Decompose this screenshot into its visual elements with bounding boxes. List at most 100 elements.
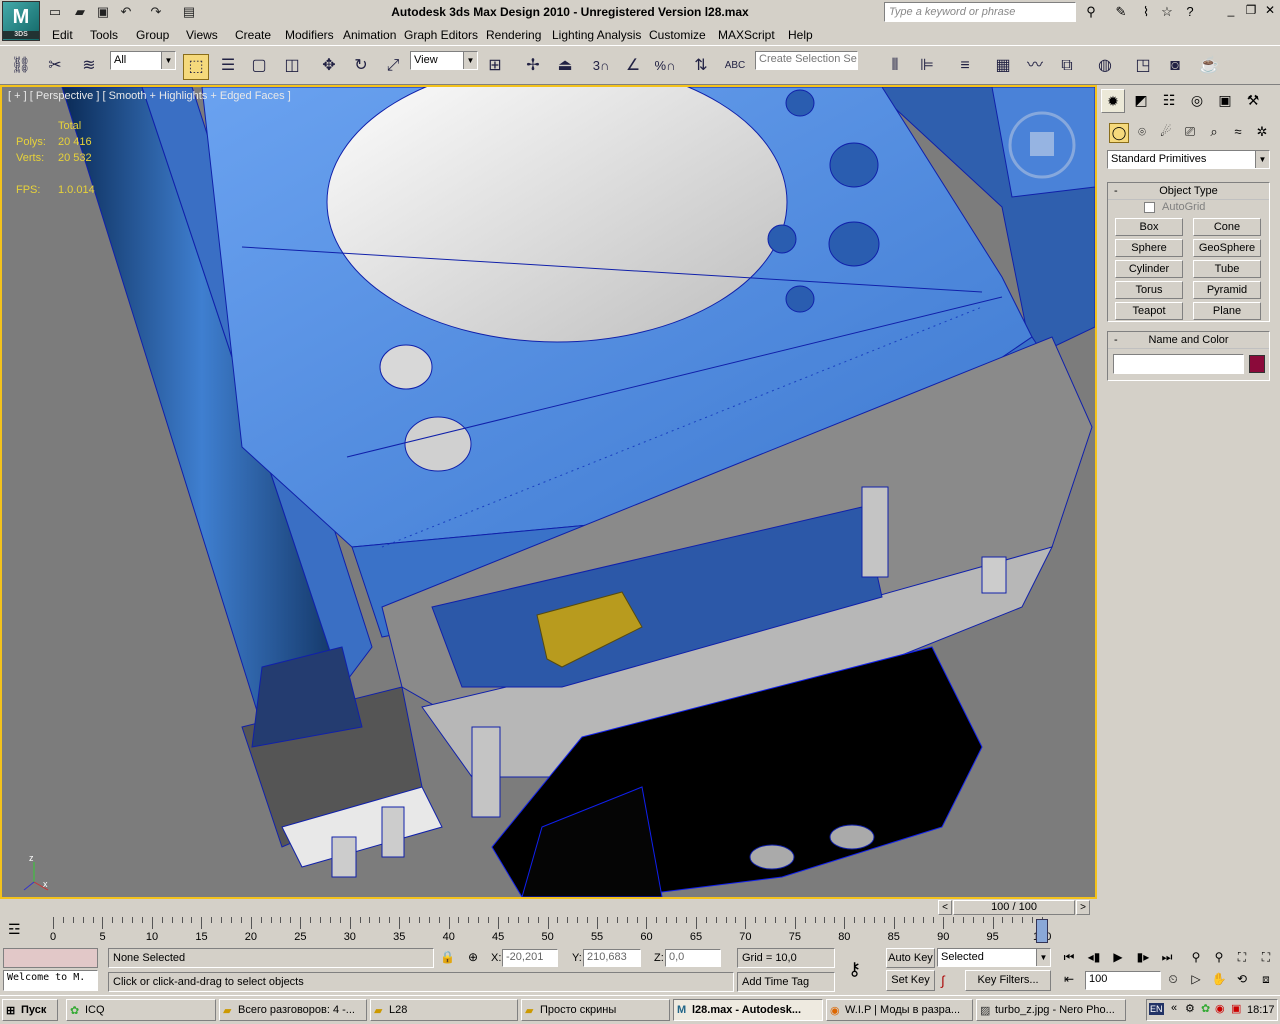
open-file-icon[interactable]: ▰ bbox=[71, 3, 89, 21]
named-selection-input[interactable]: Create Selection Se bbox=[755, 51, 858, 70]
menu-animation[interactable]: Animation bbox=[343, 28, 396, 42]
default-in-out-tangent-icon[interactable]: ∫ bbox=[941, 973, 945, 988]
maximize-viewport-icon[interactable]: ⧈ bbox=[1256, 970, 1276, 990]
task-l28-folder[interactable]: ▰ L28 bbox=[370, 999, 518, 1021]
menu-customize[interactable]: Customize bbox=[649, 28, 706, 42]
icq-tray-icon[interactable]: ✿ bbox=[1201, 1002, 1210, 1015]
menu-graph-editors[interactable]: Graph Editors bbox=[404, 28, 478, 42]
pivot-center-icon[interactable]: ⊞ bbox=[482, 54, 508, 80]
task-3dsmax[interactable]: Ml28.max - Autodesk... bbox=[673, 999, 823, 1021]
binoculars-icon[interactable]: ⚲ bbox=[1082, 3, 1100, 21]
redo-icon[interactable]: ↷ bbox=[147, 3, 165, 21]
autogrid-checkbox[interactable] bbox=[1144, 202, 1155, 213]
space-warps-category-icon[interactable]: ≈ bbox=[1228, 123, 1248, 143]
field-of-view-icon[interactable]: ▷ bbox=[1186, 970, 1206, 990]
zoom-extents-all-icon[interactable]: ⛶ bbox=[1256, 948, 1276, 968]
current-frame-field[interactable]: 100 bbox=[1085, 971, 1161, 990]
menu-group[interactable]: Group bbox=[136, 28, 169, 42]
app-tray-icon[interactable]: ▣ bbox=[1231, 1002, 1241, 1015]
bind-space-warp-icon[interactable]: ≋ bbox=[76, 54, 102, 80]
graphite-ribbon-icon[interactable]: ▦ bbox=[990, 54, 1016, 80]
maxscript-listener-input[interactable]: Welcome to M. bbox=[3, 970, 98, 991]
set-key-icon[interactable]: ⚷ bbox=[848, 959, 861, 980]
schematic-view-icon[interactable]: ⧉ bbox=[1054, 54, 1080, 80]
task-icq[interactable]: ✿ ICQ bbox=[66, 999, 216, 1021]
unlink-icon[interactable]: ✂ bbox=[42, 54, 68, 80]
reference-coordinate-dropdown[interactable]: View ▼ bbox=[410, 51, 478, 70]
select-and-rotate-icon[interactable]: ↻ bbox=[348, 54, 374, 80]
menu-modifiers[interactable]: Modifiers bbox=[285, 28, 334, 42]
app-menu-button[interactable]: M 3DS bbox=[2, 1, 40, 41]
create-tab-icon[interactable]: ✹ bbox=[1101, 89, 1125, 113]
motion-tab-icon[interactable]: ◎ bbox=[1185, 89, 1209, 113]
angle-snap-icon[interactable]: ∠ bbox=[620, 54, 646, 80]
name-color-header[interactable]: - Name and Color bbox=[1108, 332, 1269, 349]
absolute-mode-icon[interactable]: ⊕ bbox=[468, 950, 478, 964]
material-editor-icon[interactable]: ◍ bbox=[1092, 54, 1118, 80]
torus-button[interactable]: Torus bbox=[1115, 281, 1183, 299]
mirror-icon[interactable]: ⫴ bbox=[882, 54, 908, 80]
project-folder-icon[interactable]: ▤ bbox=[180, 3, 198, 21]
cone-button[interactable]: Cone bbox=[1193, 218, 1261, 236]
help-icon[interactable]: ? bbox=[1181, 3, 1199, 21]
task-nero[interactable]: ▨ turbo_z.jpg - Nero Pho... bbox=[976, 999, 1126, 1021]
select-by-name-icon[interactable]: ☰ bbox=[215, 54, 241, 80]
zoom-all-icon[interactable]: ⚲ bbox=[1209, 948, 1229, 968]
favorites-star-icon[interactable]: ☆ bbox=[1158, 3, 1176, 21]
select-and-scale-icon[interactable]: ⤢ bbox=[380, 54, 406, 80]
task-chat[interactable]: ▰ Всего разговоров: 4 -... bbox=[219, 999, 367, 1021]
edit-named-selection-icon[interactable]: ABC bbox=[722, 54, 748, 80]
search-input[interactable]: Type a keyword or phrase bbox=[884, 2, 1076, 22]
plane-button[interactable]: Plane bbox=[1193, 302, 1261, 320]
keyboard-shortcut-override-icon[interactable]: ⏏ bbox=[552, 54, 578, 80]
go-to-start-icon[interactable]: ⏮ bbox=[1059, 948, 1079, 968]
select-object-icon[interactable]: ⬚ bbox=[183, 54, 209, 80]
antivirus-tray-icon[interactable]: ◉ bbox=[1215, 1002, 1225, 1015]
restore-icon[interactable]: ❐ bbox=[1243, 3, 1259, 19]
select-and-manipulate-icon[interactable]: ✢ bbox=[520, 54, 546, 80]
menu-views[interactable]: Views bbox=[186, 28, 218, 42]
track-bar[interactable]: ☲ 0 5 10 15 20 25 30 35 40 45 50 55 60 65 70 75 80 85 90 95… bbox=[0, 917, 1097, 945]
menu-edit[interactable]: Edit bbox=[52, 28, 73, 42]
current-frame-marker[interactable] bbox=[1036, 919, 1048, 943]
prev-frame-arrow-icon[interactable]: < bbox=[938, 900, 952, 915]
x-coordinate-field[interactable]: -20,201 bbox=[502, 949, 558, 967]
snaps-toggle-icon[interactable]: 3∩ bbox=[588, 54, 614, 80]
helpers-category-icon[interactable]: ⌕ bbox=[1204, 123, 1224, 143]
task-screenshots-folder[interactable]: ▰ Просто скрины bbox=[521, 999, 670, 1021]
cylinder-button[interactable]: Cylinder bbox=[1115, 260, 1183, 278]
systems-category-icon[interactable]: ✲ bbox=[1252, 123, 1272, 143]
add-time-tag[interactable]: Add Time Tag bbox=[737, 972, 835, 992]
rectangular-selection-icon[interactable]: ▢ bbox=[246, 54, 272, 80]
save-file-icon[interactable]: ▣ bbox=[94, 3, 112, 21]
set-key-button[interactable]: Set Key bbox=[886, 970, 935, 991]
next-frame-arrow-icon[interactable]: > bbox=[1076, 900, 1090, 915]
render-production-icon[interactable]: ☕ bbox=[1196, 54, 1222, 80]
cameras-category-icon[interactable]: ⎚ bbox=[1180, 123, 1200, 143]
orbit-icon[interactable]: ⟲ bbox=[1232, 970, 1252, 990]
teapot-button[interactable]: Teapot bbox=[1115, 302, 1183, 320]
menu-tools[interactable]: Tools bbox=[90, 28, 118, 42]
selection-filter-dropdown[interactable]: All ▼ bbox=[110, 51, 176, 70]
lock-selection-icon[interactable]: 🔒 bbox=[440, 950, 455, 964]
time-configuration-icon[interactable]: ⏲ bbox=[1163, 970, 1183, 990]
z-coordinate-field[interactable]: 0,0 bbox=[665, 949, 721, 967]
play-icon[interactable]: ▶ bbox=[1108, 948, 1128, 968]
communication-icon[interactable]: ⌇ bbox=[1137, 3, 1155, 21]
tray-expand-icon[interactable]: « bbox=[1171, 1002, 1177, 1014]
close-icon[interactable]: ✕ bbox=[1262, 3, 1278, 19]
go-to-end-icon[interactable]: ⏭ bbox=[1157, 948, 1177, 968]
object-color-swatch[interactable] bbox=[1249, 355, 1265, 373]
menu-help[interactable]: Help bbox=[788, 28, 813, 42]
language-indicator[interactable]: EN bbox=[1149, 1003, 1164, 1015]
box-button[interactable]: Box bbox=[1115, 218, 1183, 236]
key-filters-button[interactable]: Key Filters... bbox=[965, 970, 1051, 991]
spinner-snap-icon[interactable]: ⇅ bbox=[688, 54, 714, 80]
network-icon[interactable]: ⚙ bbox=[1185, 1002, 1195, 1015]
rendered-frame-window-icon[interactable]: ◙ bbox=[1162, 54, 1188, 80]
menu-maxscript[interactable]: MAXScript bbox=[718, 28, 775, 42]
undo-icon[interactable]: ↶ bbox=[117, 3, 135, 21]
object-type-header[interactable]: - Object Type bbox=[1108, 183, 1269, 200]
percent-snap-icon[interactable]: %∩ bbox=[652, 54, 678, 80]
menu-lighting-analysis[interactable]: Lighting Analysis bbox=[552, 28, 641, 42]
